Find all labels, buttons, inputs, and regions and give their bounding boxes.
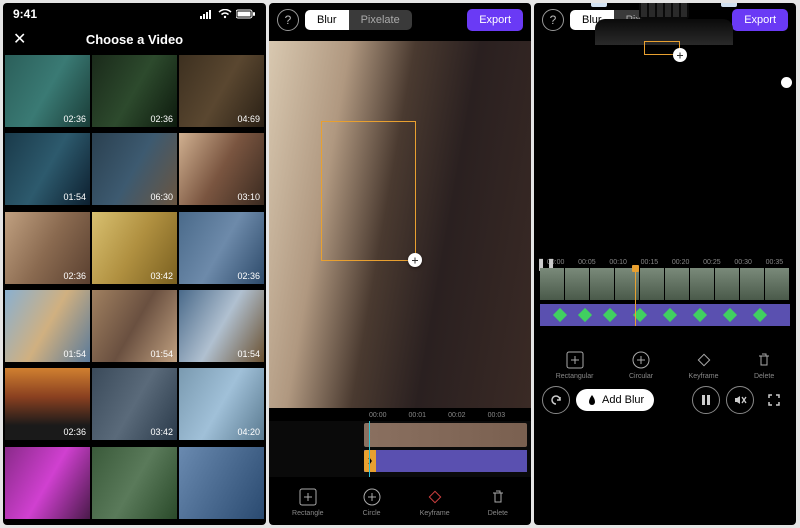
expand-icon bbox=[767, 393, 781, 407]
video-thumb[interactable]: 04:20 bbox=[179, 368, 264, 440]
keyframe-marker[interactable] bbox=[723, 308, 737, 322]
keyframe-icon bbox=[425, 487, 445, 507]
pause-button[interactable] bbox=[692, 386, 720, 414]
wifi-icon bbox=[218, 9, 232, 19]
blur-selection-box[interactable] bbox=[321, 121, 416, 261]
speaker-muted-icon bbox=[733, 393, 747, 407]
resize-handle-icon[interactable] bbox=[408, 253, 422, 267]
frame-strip[interactable] bbox=[540, 268, 790, 300]
video-thumb[interactable] bbox=[92, 447, 177, 519]
video-thumb[interactable]: 03:10 bbox=[179, 133, 264, 205]
video-thumb[interactable]: 04:69 bbox=[179, 55, 264, 127]
video-thumb[interactable]: 03:42 bbox=[92, 368, 177, 440]
video-thumb[interactable]: 02:36 bbox=[92, 55, 177, 127]
preview-canvas[interactable] bbox=[269, 41, 531, 408]
video-thumb[interactable]: 02:36 bbox=[5, 212, 90, 284]
keyframe-marker[interactable] bbox=[663, 308, 677, 322]
tool-delete[interactable]: Delete bbox=[754, 350, 774, 380]
battery-icon bbox=[236, 9, 256, 19]
tool-circle[interactable]: Circle bbox=[362, 487, 382, 517]
export-button[interactable]: Export bbox=[467, 9, 523, 31]
tool-delete[interactable]: Delete bbox=[488, 487, 508, 517]
video-clip[interactable] bbox=[364, 423, 527, 447]
status-bar: 9:41 bbox=[3, 3, 266, 25]
undo-button[interactable] bbox=[542, 386, 570, 414]
tab-blur[interactable]: Blur bbox=[305, 10, 349, 30]
playback-controls: Add Blur bbox=[534, 382, 796, 422]
playhead[interactable] bbox=[635, 268, 636, 326]
effect-segment: Blur Pixelate bbox=[305, 10, 412, 30]
tool-rectangular[interactable]: Rectangular bbox=[556, 350, 594, 380]
mute-button[interactable] bbox=[726, 386, 754, 414]
video-thumb[interactable] bbox=[179, 447, 264, 519]
drop-icon bbox=[586, 394, 598, 406]
tool-keyframe[interactable]: Keyframe bbox=[420, 487, 450, 517]
video-thumb[interactable]: 02:36 bbox=[179, 212, 264, 284]
plus-square-icon bbox=[565, 350, 585, 370]
video-thumb[interactable]: 01:54 bbox=[92, 290, 177, 362]
undo-icon bbox=[549, 393, 563, 407]
video-thumb[interactable]: 03:42 bbox=[92, 212, 177, 284]
time-ruler: 00:00 00:05 00:10 00:15 00:20 00:25 00:3… bbox=[534, 259, 796, 266]
slider-knob[interactable] bbox=[781, 77, 792, 88]
fullscreen-button[interactable] bbox=[760, 386, 788, 414]
timeline[interactable] bbox=[540, 268, 790, 342]
video-grid: 02:36 02:36 04:69 01:54 06:30 03:10 02:3… bbox=[3, 53, 266, 525]
plus-circle-icon bbox=[631, 350, 651, 370]
trash-icon bbox=[488, 487, 508, 507]
video-thumb[interactable] bbox=[5, 447, 90, 519]
page-title: Choose a Video bbox=[86, 32, 183, 47]
shape-toolbar: Rectangle Circle Keyframe Delete bbox=[269, 479, 531, 525]
help-icon[interactable]: ? bbox=[277, 9, 299, 31]
timeline[interactable] bbox=[269, 421, 531, 477]
keyframe-marker[interactable] bbox=[578, 308, 592, 322]
tool-rectangle[interactable]: Rectangle bbox=[292, 487, 324, 517]
tool-circular[interactable]: Circular bbox=[629, 350, 653, 380]
resize-handle-icon[interactable] bbox=[673, 48, 687, 62]
add-blur-button[interactable]: Add Blur bbox=[576, 389, 654, 411]
time-ruler: 00:00 00:01 00:02 00:03 bbox=[269, 412, 531, 419]
keyframe-marker[interactable] bbox=[603, 308, 617, 322]
help-icon[interactable]: ? bbox=[542, 9, 564, 31]
effect-track[interactable] bbox=[364, 450, 527, 472]
pause-icon bbox=[701, 394, 711, 406]
video-thumb[interactable]: 02:36 bbox=[5, 55, 90, 127]
keyframe-track[interactable] bbox=[540, 304, 790, 326]
close-icon[interactable]: ✕ bbox=[13, 29, 26, 49]
tab-pixelate[interactable]: Pixelate bbox=[349, 10, 412, 30]
track-trim-handle[interactable] bbox=[364, 450, 376, 472]
shape-toolbar: Rectangular Circular Keyframe Delete bbox=[534, 344, 796, 382]
status-time: 9:41 bbox=[13, 7, 37, 21]
plus-circle-icon bbox=[362, 487, 382, 507]
trash-icon bbox=[754, 350, 774, 370]
keyframe-icon bbox=[694, 350, 714, 370]
video-thumb[interactable]: 01:54 bbox=[5, 290, 90, 362]
plus-square-icon bbox=[298, 487, 318, 507]
video-thumb[interactable]: 01:54 bbox=[5, 133, 90, 205]
video-thumb[interactable]: 01:54 bbox=[179, 290, 264, 362]
keyframe-marker[interactable] bbox=[553, 308, 567, 322]
blur-selection-box[interactable] bbox=[644, 41, 680, 55]
keyframe-marker[interactable] bbox=[753, 308, 767, 322]
tool-keyframe[interactable]: Keyframe bbox=[689, 350, 719, 380]
video-thumb[interactable]: 02:36 bbox=[5, 368, 90, 440]
keyframe-marker[interactable] bbox=[693, 308, 707, 322]
playhead[interactable] bbox=[369, 421, 370, 477]
export-button[interactable]: Export bbox=[732, 9, 788, 31]
signal-icon bbox=[200, 9, 214, 19]
video-thumb[interactable]: 06:30 bbox=[92, 133, 177, 205]
